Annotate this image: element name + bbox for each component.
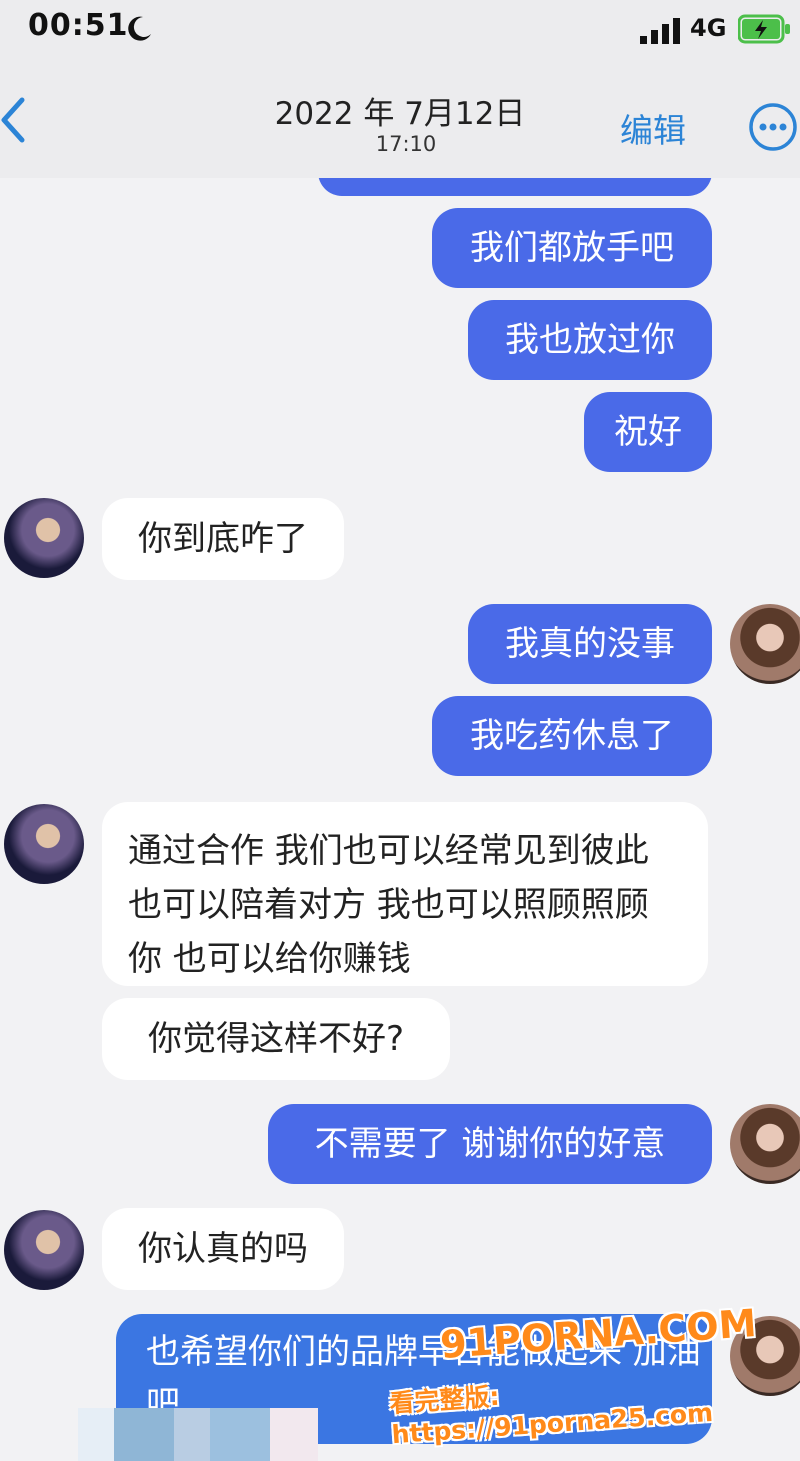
message-bubble-out[interactable]: 我吃药休息了: [432, 696, 712, 776]
message-bubble-out[interactable]: 祝好: [584, 392, 712, 472]
message-bubble-in[interactable]: 你觉得这样不好?: [102, 998, 450, 1080]
status-time: 00:51: [28, 8, 129, 43]
contact-avatar[interactable]: [4, 1210, 84, 1290]
contact-avatar[interactable]: [4, 498, 84, 578]
message-bubble-out[interactable]: 我真的没事: [468, 604, 712, 684]
contact-avatar[interactable]: [4, 804, 84, 884]
message-bubble-in[interactable]: 你认真的吗: [102, 1208, 344, 1290]
message-bubble-in[interactable]: 通过合作 我们也可以经常见到彼此 也可以陪着对方 我也可以照顾照顾你 也可以给你…: [102, 802, 708, 986]
message-bubble-out[interactable]: 我们都放手吧: [432, 208, 712, 288]
message-bubble-in[interactable]: 你到底咋了: [102, 498, 344, 580]
message-bubble-out[interactable]: [318, 178, 712, 196]
status-bar: 00:51 4G: [0, 0, 800, 60]
chat-header: 2022 年 7月12日 17:10 编辑: [0, 60, 800, 179]
edit-button[interactable]: 编辑: [620, 104, 686, 152]
message-list[interactable]: 我们都放手吧 我也放过你 祝好 你到底咋了 我真的没事 我吃药休息了 通过合作 …: [0, 178, 800, 1461]
moon-icon: [128, 16, 151, 41]
signal-icon: [640, 18, 680, 44]
network-type: 4G: [690, 14, 727, 42]
battery-charging-icon: [738, 14, 790, 44]
message-bubble-out[interactable]: 不需要了 谢谢你的好意: [268, 1104, 712, 1184]
message-bubble-out[interactable]: 我也放过你: [468, 300, 712, 380]
my-avatar[interactable]: [730, 604, 800, 684]
blurred-region: [78, 1408, 318, 1461]
more-options-icon[interactable]: [748, 102, 798, 152]
my-avatar[interactable]: [730, 1104, 800, 1184]
